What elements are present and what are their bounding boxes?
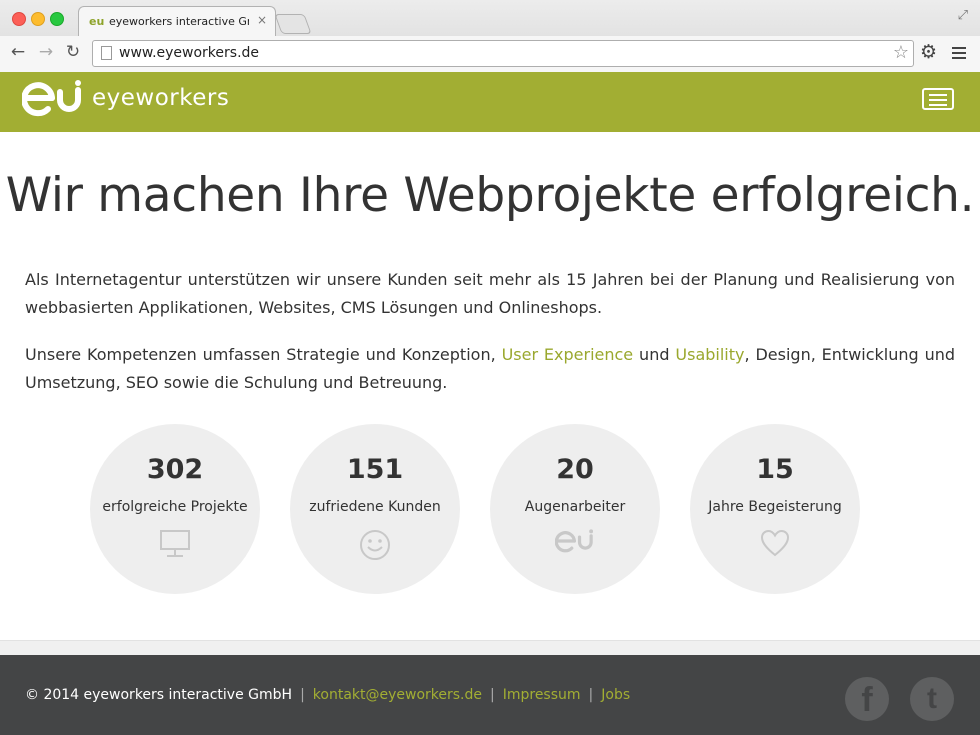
reload-icon[interactable]: ↻	[63, 42, 83, 62]
stat-number: 302	[146, 454, 204, 485]
stat-number: 15	[756, 454, 794, 485]
separator: |	[490, 687, 495, 703]
browser-chrome: eu eyeworkers interactive GmbH × ⤢ ← → ↻…	[0, 0, 980, 73]
footer-links: © 2014 eyeworkers interactive GmbH | konta…	[25, 687, 630, 703]
footer-divider	[0, 640, 980, 655]
browser-tab[interactable]: eu eyeworkers interactive GmbH ×	[78, 6, 276, 37]
intro-paragraph: Als Internetagentur unterstützen wir uns…	[25, 270, 955, 317]
tab-title: eyeworkers interactive GmbH	[109, 15, 249, 28]
stat-label: Jahre Begeisterung	[708, 499, 842, 515]
zoom-window-button[interactable]	[50, 12, 64, 26]
forward-arrow-icon[interactable]: →	[36, 42, 56, 62]
smiley-icon	[360, 530, 390, 560]
competence-text-mid: und	[633, 345, 676, 364]
menu-icon[interactable]	[952, 47, 966, 62]
back-arrow-icon[interactable]: ←	[8, 42, 28, 62]
gear-icon[interactable]: ⚙	[920, 41, 937, 63]
stat-label: erfolgreiche Projekte	[102, 499, 248, 515]
competence-text-start: Unsere Kompetenzen umfassen Strategie un…	[25, 345, 502, 364]
stat-customers: 151 zufriedene Kunden	[290, 424, 460, 594]
separator: |	[300, 687, 305, 703]
eu-logo-icon[interactable]	[22, 78, 84, 118]
impressum-link[interactable]: Impressum	[503, 687, 581, 703]
copyright-text: © 2014 eyeworkers interactive GmbH	[25, 687, 293, 703]
minimize-window-button[interactable]	[31, 12, 45, 26]
eu-logo-icon	[555, 529, 594, 553]
address-bar[interactable]: www.eyeworkers.de ☆	[92, 40, 914, 67]
stat-years: 15 Jahre Begeisterung	[690, 424, 860, 594]
url-text[interactable]: www.eyeworkers.de	[119, 45, 259, 61]
new-tab-button[interactable]	[274, 14, 312, 34]
twitter-icon[interactable]: t	[910, 677, 954, 721]
stat-number: 20	[556, 454, 594, 485]
competence-paragraph: Unsere Kompetenzen umfassen Strategie un…	[25, 341, 955, 397]
logo-text[interactable]: eyeworkers	[92, 85, 229, 111]
browser-toolbar: ← → ↻ www.eyeworkers.de ☆ ⚙	[0, 36, 980, 72]
user-experience-link[interactable]: User Experience	[502, 345, 634, 364]
jobs-link[interactable]: Jobs	[601, 687, 630, 703]
heart-icon	[760, 529, 790, 557]
close-window-button[interactable]	[12, 12, 26, 26]
tab-close-icon[interactable]: ×	[257, 13, 267, 27]
footer: © 2014 eyeworkers interactive GmbH | konta…	[0, 655, 980, 735]
stat-label: zufriedene Kunden	[309, 499, 441, 515]
page-icon	[101, 46, 112, 60]
usability-link[interactable]: Usability	[675, 345, 744, 364]
fullscreen-icon[interactable]: ⤢	[958, 8, 968, 23]
stat-number: 151	[346, 454, 404, 485]
star-icon[interactable]: ☆	[893, 42, 909, 63]
stat-employees: 20 Augenarbeiter	[490, 424, 660, 594]
hamburger-menu-icon[interactable]	[922, 88, 954, 110]
monitor-icon	[160, 530, 190, 557]
email-link[interactable]: kontakt@eyeworkers.de	[313, 687, 482, 703]
facebook-icon[interactable]: f	[845, 677, 889, 721]
page-title: Wir machen Ihre Webprojekte erfolgreich.	[5, 168, 975, 223]
separator: |	[588, 687, 594, 703]
favicon-icon: eu	[89, 15, 105, 28]
stat-projects: 302 erfolgreiche Projekte	[90, 424, 260, 594]
stat-label: Augenarbeiter	[524, 499, 626, 515]
site-header: eyeworkers	[0, 72, 980, 132]
